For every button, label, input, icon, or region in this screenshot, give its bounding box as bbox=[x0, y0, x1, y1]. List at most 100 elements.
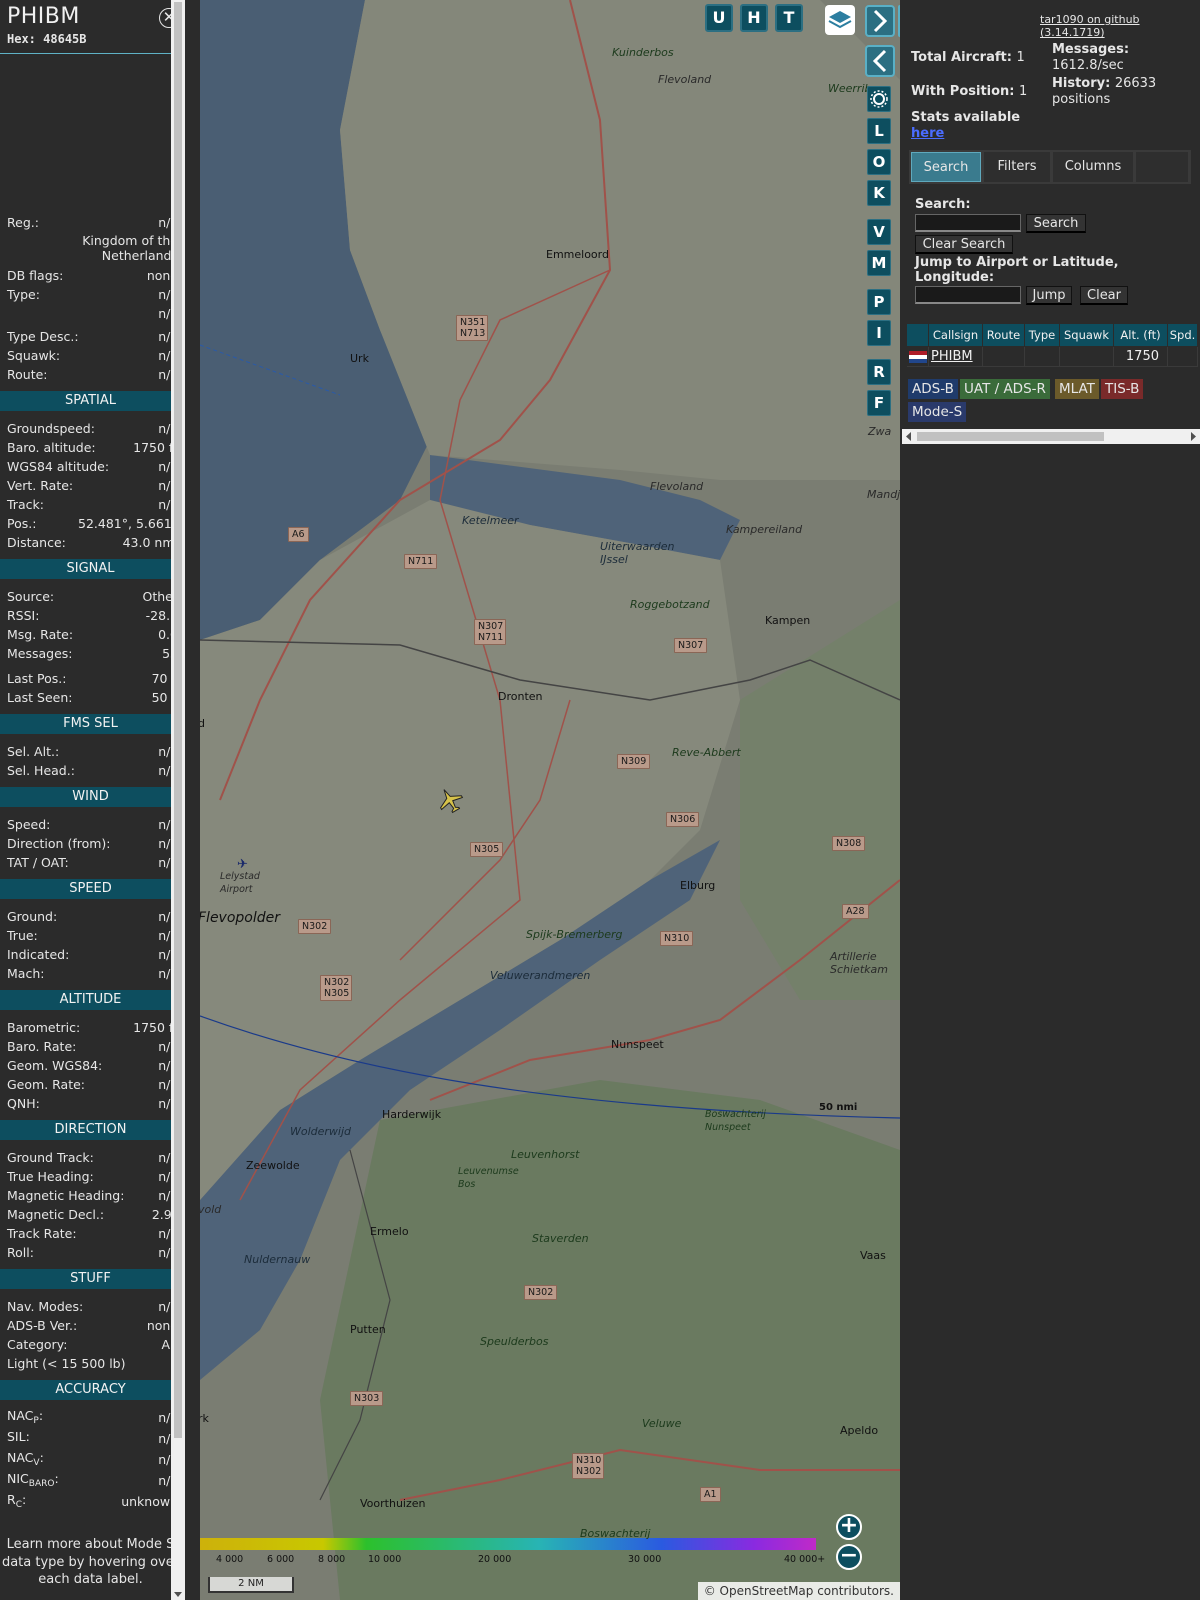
map-toggle-l-button[interactable]: L bbox=[867, 118, 891, 144]
clear-search-button[interactable]: Clear Search bbox=[915, 235, 1013, 254]
road-shield: N351 N713 bbox=[456, 315, 488, 341]
map-attribution[interactable]: © OpenStreetMap contributors. bbox=[697, 1582, 900, 1600]
section-stuff: STUFF bbox=[0, 1269, 181, 1289]
col-flag[interactable] bbox=[907, 324, 929, 346]
info-row-route: Route: n/a bbox=[7, 366, 178, 382]
map-toggle-m-button[interactable]: M bbox=[867, 250, 891, 276]
layers-button[interactable] bbox=[825, 5, 855, 35]
search-button[interactable]: Search bbox=[1026, 214, 1086, 233]
accuracy-label-tail: : bbox=[38, 1408, 44, 1423]
altitude-row: QNH: n/a bbox=[7, 1094, 178, 1112]
info-row-dbflags: DB flags: none bbox=[7, 267, 178, 283]
signal-label: Last Seen: bbox=[7, 689, 73, 705]
section-altitude: ALTITUDE bbox=[0, 990, 181, 1010]
place-label: Nuldernauw bbox=[244, 1253, 311, 1266]
tab-columns[interactable]: Columns bbox=[1053, 152, 1133, 182]
flag-svg bbox=[909, 351, 927, 363]
title-divider bbox=[0, 53, 181, 54]
map-toggle-o-button[interactable]: O bbox=[867, 149, 891, 175]
spatial-row: Pos.: 52.481°, 5.661° bbox=[7, 514, 178, 532]
road-shield: N711 bbox=[404, 554, 438, 569]
place-label: Veluwerandmeren bbox=[490, 969, 591, 982]
jump-input[interactable] bbox=[915, 286, 1021, 304]
map-toggle-r-button[interactable]: R bbox=[867, 359, 891, 385]
map-toggle-v-button[interactable]: V bbox=[867, 219, 891, 245]
fms-label: Sel. Head.: bbox=[7, 762, 75, 778]
direction-row: Roll: n/a bbox=[7, 1243, 178, 1261]
scrollbar-thumb[interactable] bbox=[174, 2, 182, 1438]
speed-label: Ground: bbox=[7, 908, 58, 924]
map-toggle-t-button[interactable]: T bbox=[775, 4, 803, 32]
clear-button[interactable]: Clear bbox=[1080, 286, 1128, 305]
map-toggle-h-button[interactable]: H bbox=[740, 4, 768, 32]
map-toggle-u-button[interactable]: U bbox=[705, 4, 733, 32]
expand-sidebar-button[interactable] bbox=[865, 5, 895, 37]
accuracy-label-tail: : bbox=[21, 1492, 27, 1507]
table-horizontal-scrollbar[interactable] bbox=[902, 429, 1200, 444]
accuracy-label-main: NAC bbox=[7, 1408, 34, 1423]
row-callsign[interactable]: PHIBM bbox=[929, 347, 983, 367]
spatial-row: Baro. altitude: 1750 ft bbox=[7, 438, 178, 456]
place-label: Wolderwijd bbox=[290, 1125, 352, 1138]
col-altitude[interactable]: Alt. (ft) bbox=[1114, 324, 1168, 346]
info-row-typedesc: Type Desc.: n/a bbox=[7, 328, 178, 344]
info-panel-scrollbar[interactable] bbox=[171, 0, 185, 1600]
col-squawk[interactable]: Squawk bbox=[1060, 324, 1114, 346]
stuff-label: ADS-B Ver.: bbox=[7, 1317, 78, 1333]
jump-label: Jump to Airport or Latitude, Longitude: bbox=[915, 255, 1119, 285]
col-route[interactable]: Route bbox=[983, 324, 1025, 346]
place-label: Spijk-Bremerberg bbox=[526, 928, 623, 941]
road-shield: N307 N711 bbox=[474, 619, 506, 645]
github-link[interactable]: tar1090 on github (3.14.1719) bbox=[1040, 13, 1200, 39]
accuracy-row: NACV: n/a bbox=[7, 1450, 178, 1468]
place-label: Kampereiland bbox=[726, 523, 803, 536]
tab-search[interactable]: Search bbox=[911, 152, 981, 182]
settings-button[interactable] bbox=[867, 86, 891, 112]
map-toggle-i-button[interactable]: I bbox=[867, 320, 891, 346]
map-view[interactable]: ✈ Kuinderbos Flevoland Weerrib Emmeloord Urk… bbox=[200, 0, 900, 1600]
place-label: Flevoland bbox=[658, 73, 712, 86]
altitude-label: Baro. Rate: bbox=[7, 1038, 77, 1054]
map-toggle-p-button[interactable]: P bbox=[867, 289, 891, 315]
table-row[interactable]: PHIBM 1750 bbox=[907, 347, 1198, 367]
col-type[interactable]: Type bbox=[1025, 324, 1060, 346]
section-accuracy: ACCURACY bbox=[0, 1380, 181, 1400]
direction-label: Track Rate: bbox=[7, 1225, 77, 1241]
chevron-right-icon bbox=[873, 9, 888, 33]
col-callsign[interactable]: Callsign bbox=[929, 324, 983, 346]
zoom-out-button[interactable]: − bbox=[836, 1544, 862, 1570]
place-label: Harderwijk bbox=[382, 1108, 442, 1121]
spatial-value: 43.0 nmi bbox=[122, 534, 178, 550]
road-shield: A28 bbox=[842, 904, 869, 919]
place-label: Voorthuizen bbox=[360, 1497, 426, 1510]
road-shield: N308 bbox=[832, 836, 866, 851]
aircraft-info-panel: PHIBM Hex: 48645B ✕ Reg.: n/a Kingdom of … bbox=[0, 0, 185, 1600]
place-label: rk bbox=[200, 1412, 209, 1425]
map-toggle-k-button[interactable]: K bbox=[867, 180, 891, 206]
collapse-sidebar-button[interactable] bbox=[865, 45, 895, 77]
direction-row: Magnetic Heading: n/a bbox=[7, 1186, 178, 1204]
map-toggle-f-button[interactable]: F bbox=[867, 390, 891, 416]
row-type bbox=[1025, 347, 1060, 367]
place-label: Kuinderbos bbox=[612, 46, 674, 59]
messages-stat: Messages: 1612.8/sec bbox=[1052, 42, 1130, 73]
scroll-down-arrow-icon[interactable] bbox=[174, 1592, 182, 1597]
search-input[interactable] bbox=[915, 214, 1021, 232]
spatial-row: Vert. Rate: n/a bbox=[7, 476, 178, 494]
zoom-in-button[interactable]: + bbox=[836, 1514, 862, 1540]
wind-label: Speed: bbox=[7, 816, 51, 832]
direction-label: Magnetic Heading: bbox=[7, 1187, 125, 1203]
col-speed[interactable]: Spd. bbox=[1168, 324, 1198, 346]
signal-label: Last Pos.: bbox=[7, 670, 67, 686]
accuracy-label-main: R bbox=[7, 1492, 16, 1507]
accuracy-label: SIL: bbox=[7, 1429, 30, 1447]
tab-filters[interactable]: Filters bbox=[984, 152, 1050, 182]
place-label: Emmeloord bbox=[546, 248, 609, 261]
stats-here-link[interactable]: here bbox=[911, 126, 944, 141]
signal-row: Messages:53 bbox=[7, 644, 178, 662]
jump-button[interactable]: Jump bbox=[1026, 286, 1072, 305]
place-label: Lelystad Airport bbox=[220, 871, 260, 895]
place-label: Staverden bbox=[532, 1232, 589, 1245]
direction-label: Roll: bbox=[7, 1244, 34, 1260]
section-speed: SPEED bbox=[0, 879, 181, 899]
